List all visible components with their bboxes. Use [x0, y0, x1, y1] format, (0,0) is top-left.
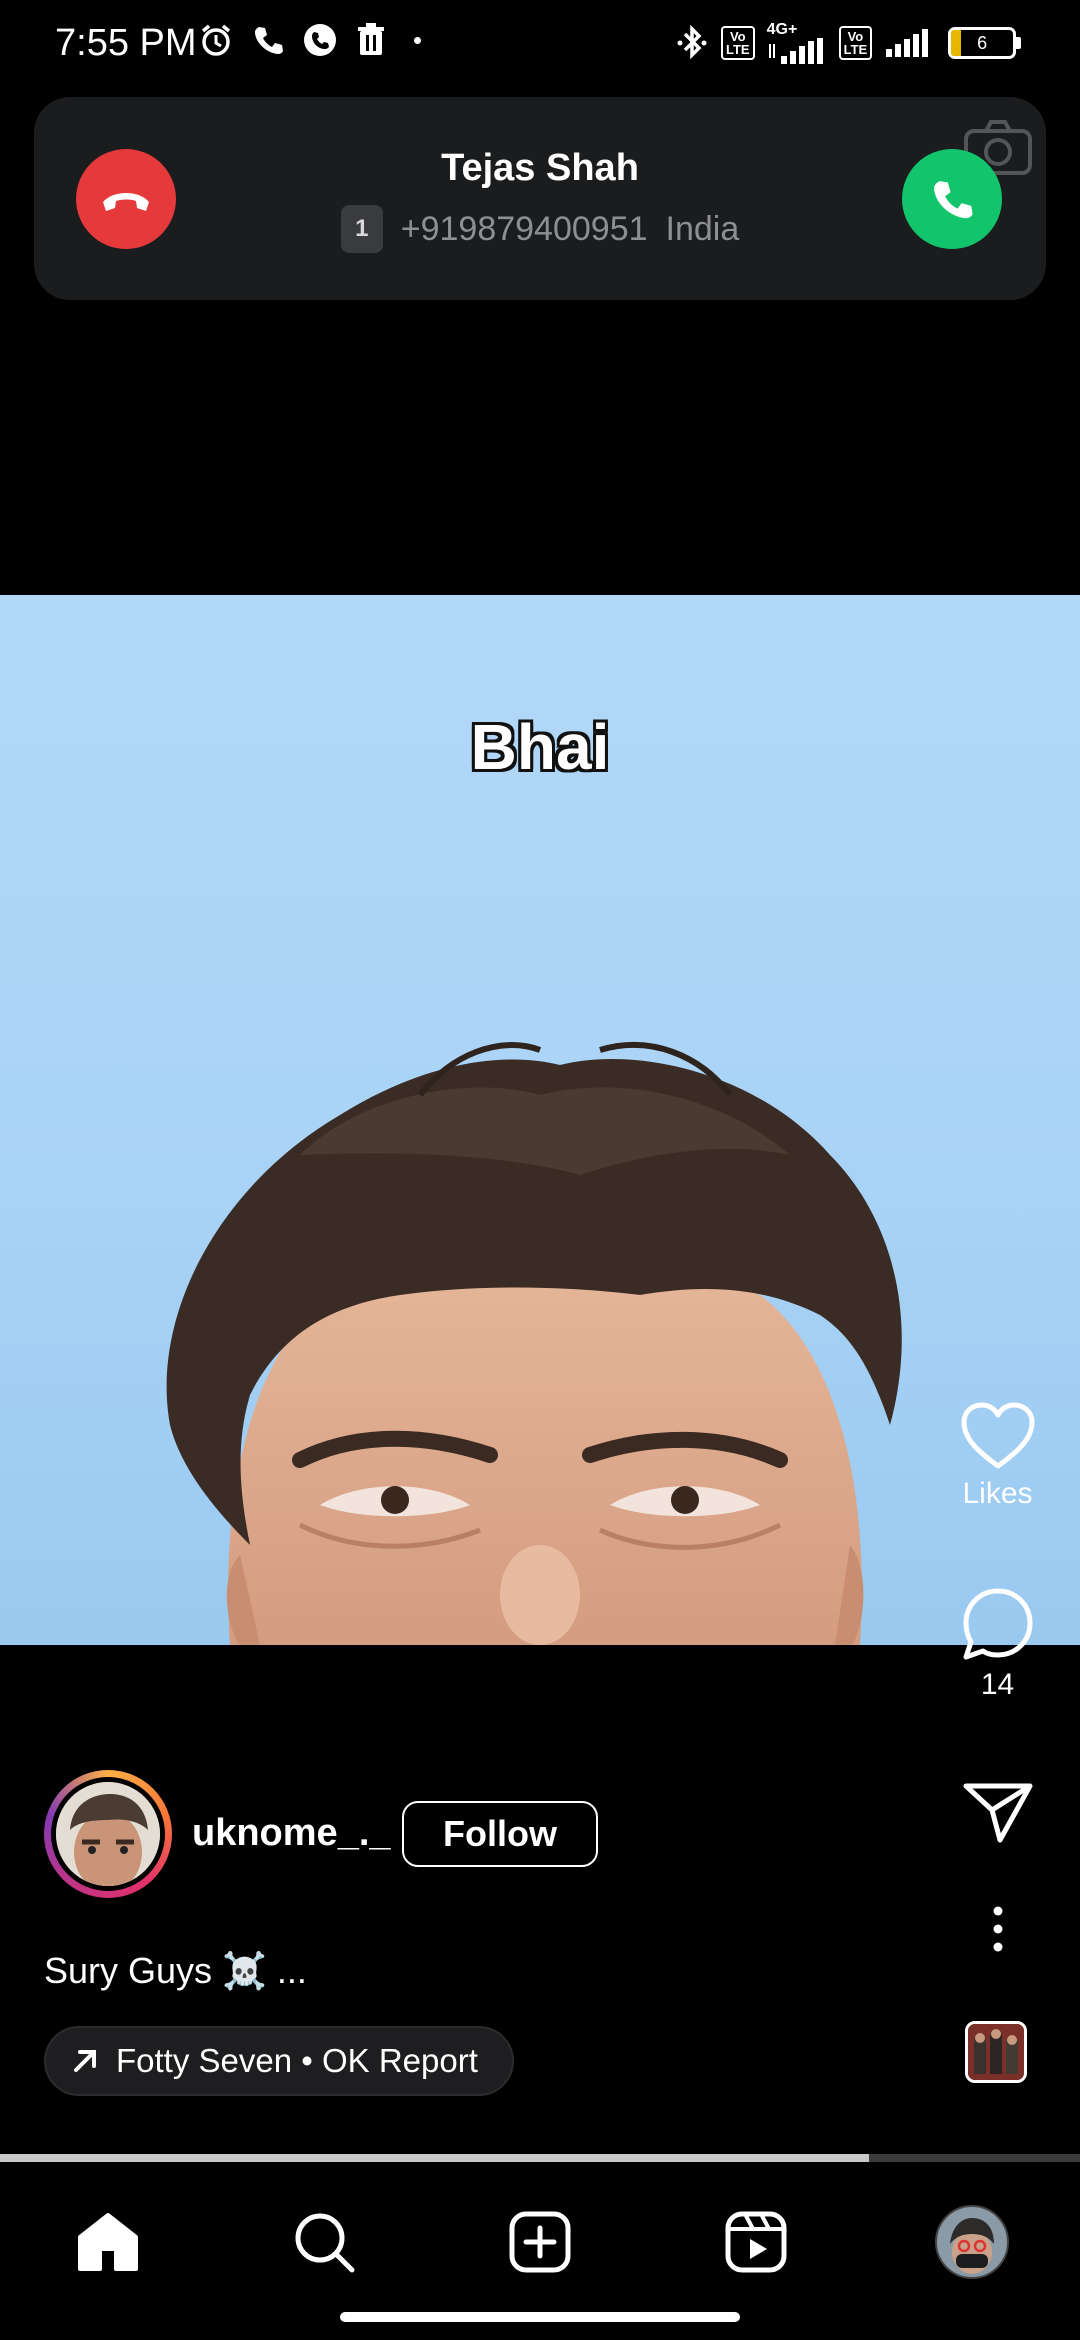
send-icon — [963, 1783, 1032, 1843]
caller-details: 1 +919879400951 India — [34, 205, 1046, 253]
sim-slot-badge: 1 — [340, 205, 383, 253]
audio-track-name: Fotty Seven • OK Report — [116, 2042, 478, 2079]
search-icon — [295, 2213, 355, 2273]
status-time: 7:55 PM — [55, 22, 197, 64]
reel-video[interactable]: Bhai — [0, 595, 1080, 1645]
likes-label: Likes — [962, 1477, 1033, 1510]
caller-location: India — [665, 209, 740, 248]
audio-track-pill[interactable]: Fotty Seven • OK Report — [44, 2026, 514, 2096]
battery-indicator: 6 — [948, 27, 1022, 59]
network-type-label: 4G+ — [766, 21, 798, 38]
volte-badge-1: Vo LTE — [721, 26, 755, 60]
home-gesture-bar[interactable] — [340, 2312, 740, 2322]
video-progress-bar[interactable] — [0, 2154, 1080, 2162]
bluetooth-icon — [677, 24, 707, 60]
more-notifications-dot — [414, 36, 421, 44]
status-notification-icons — [198, 22, 421, 58]
author-avatar-image — [56, 1782, 160, 1886]
reel-caption[interactable]: Sury Guys ☠️ ... — [44, 1950, 307, 1992]
video-progress-fill — [0, 2154, 870, 2162]
status-bar: 7:55 PM Vo LTE 4G+ Vo LTE 6 — [0, 0, 1080, 95]
nav-profile[interactable] — [932, 2202, 1012, 2282]
video-overlay-text: Bhai — [470, 711, 610, 783]
incoming-call-banner[interactable]: Tejas Shah 1 +919879400951 India — [34, 97, 1046, 300]
profile-avatar — [935, 2205, 1009, 2279]
nav-create[interactable] — [500, 2202, 580, 2282]
comment-count: 14 — [980, 1668, 1015, 1701]
phone-answer-icon — [934, 181, 973, 219]
volte-badge-2: Vo LTE — [838, 26, 873, 60]
more-vertical-icon — [993, 1906, 1002, 1952]
like-button[interactable]: Likes — [940, 1400, 1055, 1511]
delete-icon — [358, 23, 384, 55]
share-button[interactable] — [940, 1780, 1055, 1851]
nav-home[interactable] — [68, 2202, 148, 2282]
nav-reels[interactable] — [716, 2202, 796, 2282]
network-type: 4G+ — [767, 22, 827, 64]
signal-strength-icon-2 — [886, 29, 929, 57]
create-icon — [509, 2211, 571, 2273]
audio-cover-image — [968, 2024, 1024, 2080]
whatsapp-call-icon — [304, 24, 336, 56]
caller-name: Tejas Shah — [441, 147, 639, 189]
status-system-icons: Vo LTE 4G+ Vo LTE 6 — [675, 22, 1022, 64]
nav-search[interactable] — [284, 2202, 364, 2282]
home-icon — [78, 2213, 138, 2271]
phone-icon — [255, 27, 283, 54]
alarm-icon — [201, 24, 231, 56]
author-username[interactable]: uknome_._ — [192, 1812, 391, 1855]
comment-icon — [963, 1588, 1032, 1660]
author-avatar[interactable] — [44, 1770, 172, 1898]
arrow-up-right-icon — [74, 2050, 96, 2072]
caller-number: +919879400951 — [400, 209, 648, 248]
accept-call-button[interactable] — [902, 149, 1002, 249]
more-options-button[interactable] — [940, 1905, 1055, 1958]
audio-thumbnail[interactable] — [965, 2021, 1027, 2083]
follow-button[interactable]: Follow — [402, 1801, 598, 1867]
heart-icon — [961, 1402, 1034, 1469]
reels-icon — [725, 2211, 787, 2273]
signal-strength-icon-1 — [768, 38, 823, 64]
comment-button[interactable]: 14 — [940, 1585, 1055, 1702]
